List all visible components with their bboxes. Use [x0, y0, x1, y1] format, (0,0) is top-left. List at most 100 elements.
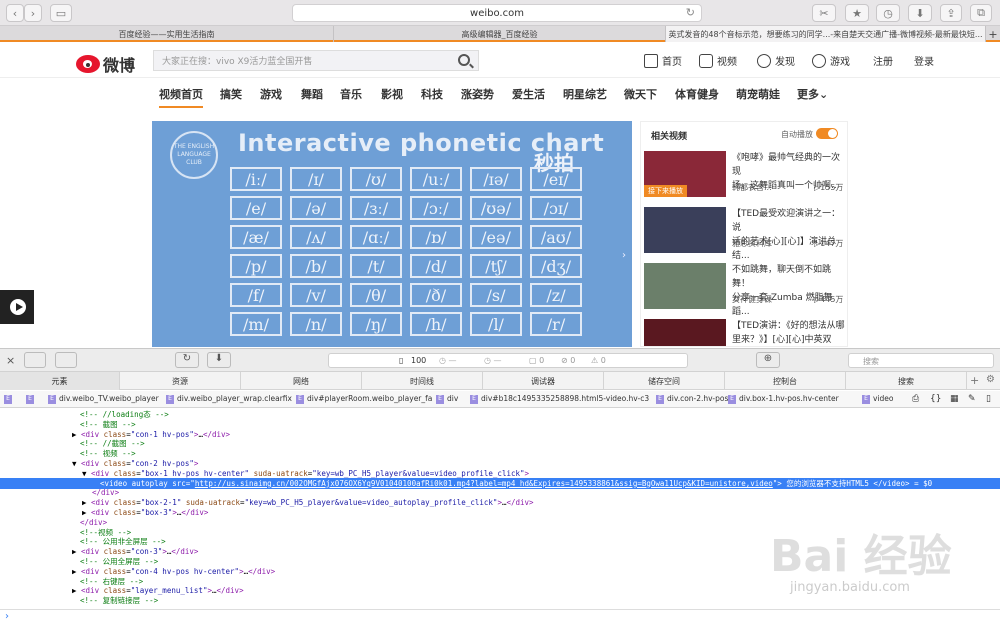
weibo-logo[interactable]: 微博 [76, 52, 135, 76]
crumb-item[interactable]: Ediv.con-2.hv-pos [656, 394, 728, 404]
download-icon[interactable]: ⬇ [207, 352, 231, 368]
crumb-item[interactable]: Ediv.weibo_TV.weibo_player [48, 394, 159, 404]
dock-button[interactable] [24, 352, 46, 368]
tab-weibo-video[interactable]: 英式发音的48个音标示范，想要练习的同学...-来自楚天交通广播-微博视频-最新… [666, 26, 986, 42]
cat-game[interactable]: 游戏 [260, 86, 282, 102]
nav-discover[interactable]: 发现 [757, 53, 795, 68]
related-video-author[interactable]: 雅思资料库 [732, 238, 772, 249]
play-icon[interactable] [0, 290, 34, 324]
downloads-button[interactable]: ⬇ [908, 4, 932, 22]
phonetic-symbol[interactable]: /r/ [530, 312, 582, 336]
phonetic-symbol[interactable]: /eɪ/ [530, 167, 582, 191]
phonetic-symbol[interactable]: /ŋ/ [350, 312, 402, 336]
plus-icon[interactable]: + [970, 374, 979, 387]
reload-icon[interactable]: ↻ [175, 352, 199, 368]
related-video-title[interactable]: 【TED最受欢迎演讲之一：说 话的艺术[心][心]】演讲总结... [732, 207, 846, 263]
video-thumbnail[interactable] [644, 319, 726, 346]
cat-sports[interactable]: 体育健身 [675, 86, 719, 102]
tab-debugger[interactable]: 调试器 [483, 372, 604, 390]
phonetic-symbol[interactable]: /s/ [470, 283, 522, 307]
crumb-item[interactable]: Ediv.weibo_player_wrap.clearfix [166, 394, 292, 404]
nav-game[interactable]: 游戏 [812, 53, 850, 68]
grid-icon[interactable]: ▦ [950, 394, 959, 404]
search-input[interactable]: 大家正在搜：vivo X9活力蓝全国开售 [153, 50, 479, 71]
login-link[interactable]: 登录 [914, 53, 934, 68]
video-player[interactable]: THE ENGLISH LANGUAGE CLUB Interactive ph… [152, 121, 632, 347]
braces-icon[interactable]: {} [930, 394, 941, 404]
cat-tech[interactable]: 科技 [421, 86, 443, 102]
crumb-item[interactable]: Evideo [862, 394, 894, 404]
autoplay-toggle[interactable] [816, 128, 838, 139]
console-prompt[interactable]: › [0, 609, 1000, 625]
crumb-item[interactable]: Ediv#b18c1495335258898.html5-video.hv-c3 [470, 394, 649, 404]
tab-timeline[interactable]: 时间线 [362, 372, 483, 390]
phonetic-symbol[interactable]: /e/ [230, 196, 282, 220]
share-button[interactable]: ⇪ [940, 4, 962, 22]
sidebar-icon[interactable]: ▯ [986, 394, 991, 404]
phonetic-symbol[interactable]: /b/ [290, 254, 342, 278]
related-video-item[interactable]: 【TED最受欢迎演讲之一：说 话的艺术[心][心]】演讲总结... 雅思资料库 ▷14… [644, 207, 847, 263]
phonetic-symbol[interactable]: /v/ [290, 283, 342, 307]
phonetic-symbol[interactable]: /ɪ/ [290, 167, 342, 191]
nav-home[interactable]: 首页 [644, 53, 682, 68]
phonetic-symbol[interactable]: /ʌ/ [290, 225, 342, 249]
phonetic-symbol[interactable]: /aʊ/ [530, 225, 582, 249]
nav-video[interactable]: 视频 [699, 53, 737, 68]
gear-icon[interactable]: ⚙ [986, 374, 995, 385]
phonetic-symbol[interactable]: /ð/ [410, 283, 462, 307]
tab-storage[interactable]: 储存空间 [604, 372, 725, 390]
phonetic-symbol[interactable]: /ʊ/ [350, 167, 402, 191]
related-video-title[interactable]: 不如跳舞，聊天倒不如跳舞！ 分享一套 Zumba 燃脂舞蹈... [732, 263, 846, 319]
sidebar-button[interactable]: ▭ [50, 4, 72, 22]
phonetic-symbol[interactable]: /h/ [410, 312, 462, 336]
phonetic-symbol[interactable]: /θ/ [350, 283, 402, 307]
dom-node[interactable]: <!-- 复制链接层 --> [0, 595, 1000, 606]
tab-baidu-jingyan[interactable]: 百度经验——实用生活指南 [0, 26, 334, 42]
cat-life[interactable]: 爱生活 [512, 86, 545, 102]
new-tab-button[interactable]: + [986, 26, 1000, 42]
cat-film[interactable]: 影视 [381, 86, 403, 102]
screenshot-button[interactable]: ✂ [812, 4, 836, 22]
tabs-overview-button[interactable]: ⧉ [970, 4, 992, 22]
crumb-item[interactable]: Ediv [436, 394, 458, 404]
tab-network[interactable]: 网络 [241, 372, 362, 390]
phonetic-symbol[interactable]: /n/ [290, 312, 342, 336]
phonetic-symbol[interactable]: /dʒ/ [530, 254, 582, 278]
tab-editor[interactable]: 高级编辑器_百度经验 [334, 26, 666, 42]
address-bar[interactable]: weibo.com ↻ [292, 4, 702, 22]
phonetic-symbol[interactable]: /ɜː/ [350, 196, 402, 220]
devtools-search-input[interactable]: 搜索 [848, 353, 994, 368]
pencil-icon[interactable]: ✎ [968, 394, 976, 404]
cat-celebrity[interactable]: 明星综艺 [563, 86, 607, 102]
bookmark-button[interactable]: ★ [845, 4, 869, 22]
close-icon[interactable]: × [6, 354, 15, 367]
phonetic-symbol[interactable]: /uː/ [410, 167, 462, 191]
phonetic-symbol[interactable]: /t/ [350, 254, 402, 278]
phonetic-symbol[interactable]: /m/ [230, 312, 282, 336]
phonetic-symbol[interactable]: /iː/ [230, 167, 282, 191]
crumb-root[interactable]: E [4, 394, 15, 404]
phonetic-symbol[interactable]: /p/ [230, 254, 282, 278]
tab-search[interactable]: 搜索 [846, 372, 967, 390]
related-video-author[interactable]: 韩都衣舍... [732, 182, 772, 193]
cat-music[interactable]: 音乐 [340, 86, 362, 102]
phonetic-symbol[interactable]: /ə/ [290, 196, 342, 220]
tab-resources[interactable]: 资源 [120, 372, 241, 390]
phonetic-symbol[interactable]: /eə/ [470, 225, 522, 249]
crumb-body[interactable]: E [26, 394, 37, 404]
related-video-author[interactable]: 女神健身课 [732, 294, 772, 305]
video-thumbnail[interactable] [644, 263, 726, 309]
print-icon[interactable]: ⎙ [912, 394, 919, 404]
crosshair-icon[interactable]: ⊕ [756, 352, 780, 368]
phonetic-symbol[interactable]: /ɪə/ [470, 167, 522, 191]
tab-elements[interactable]: 元素 [0, 372, 120, 390]
cat-dance[interactable]: 舞蹈 [301, 86, 323, 102]
forward-button[interactable]: › [24, 4, 42, 22]
phonetic-symbol[interactable]: /f/ [230, 283, 282, 307]
phonetic-symbol[interactable]: /ʊə/ [470, 196, 522, 220]
cat-video-home[interactable]: 视频首页 [159, 86, 203, 108]
chevron-right-icon[interactable]: › [622, 250, 626, 261]
cat-knowledge[interactable]: 涨姿势 [461, 86, 494, 102]
related-video-item[interactable]: 【TED演讲：《好的想法从哪里来？》】[心][心]中英双字... [644, 319, 847, 346]
history-button[interactable]: ◷ [876, 4, 900, 22]
